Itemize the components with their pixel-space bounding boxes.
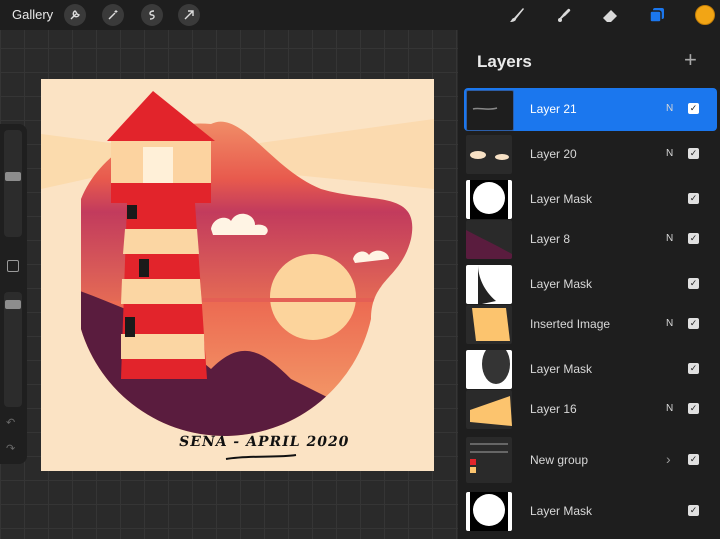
layer-name: Inserted Image [530, 317, 611, 331]
layer-row[interactable]: Layer 21 N ✓ [464, 88, 717, 131]
check-icon: ✓ [689, 103, 698, 113]
layer-name: Layer Mask [530, 504, 593, 518]
visibility-checkbox[interactable]: ✓ [688, 148, 699, 159]
check-icon: ✓ [689, 505, 698, 515]
layer-thumbnail [466, 265, 512, 304]
layer-thumbnail [466, 90, 514, 131]
visibility-checkbox[interactable]: ✓ [688, 278, 699, 289]
layer-row[interactable]: Layer 16 N ✓ [464, 388, 717, 431]
layer-row[interactable]: Layer Mask ✓ [464, 263, 717, 306]
left-sidebar: ↶ ↷ [0, 124, 27, 464]
check-icon: ✓ [689, 454, 698, 464]
blend-mode[interactable]: N [666, 318, 673, 329]
redo-icon[interactable]: ↷ [6, 442, 15, 455]
layer-name: Layer 8 [530, 232, 571, 246]
layer-thumbnail [466, 492, 512, 531]
layer-thumbnail [466, 135, 512, 174]
group-thumbnail [466, 437, 512, 483]
layer-name: New group [530, 453, 589, 467]
check-icon: ✓ [689, 278, 698, 288]
layer-thumbnail [466, 390, 512, 429]
visibility-checkbox[interactable]: ✓ [688, 403, 699, 414]
blend-mode[interactable]: N [666, 103, 673, 114]
visibility-checkbox[interactable]: ✓ [688, 103, 699, 114]
check-icon: ✓ [689, 403, 698, 413]
visibility-checkbox[interactable]: ✓ [688, 454, 699, 465]
layer-row[interactable]: Layer 20 N ✓ [464, 133, 717, 176]
layers-panel: Layers + Layer 21 N ✓ Layer 20 N ✓ Layer… [458, 30, 720, 539]
modify-button[interactable] [7, 260, 19, 272]
blend-mode[interactable]: N [666, 403, 673, 414]
chevron-right-icon[interactable]: › [666, 451, 671, 467]
transform-arrow-icon[interactable] [178, 4, 200, 26]
blend-mode[interactable]: N [666, 233, 673, 244]
top-toolbar: Gallery [0, 0, 720, 30]
layer-name: Layer 16 [530, 402, 577, 416]
layer-thumbnail [466, 305, 512, 344]
color-picker-button[interactable] [695, 5, 715, 25]
brush-size-slider[interactable] [4, 130, 22, 237]
visibility-checkbox[interactable]: ✓ [688, 233, 699, 244]
eraser-icon[interactable] [598, 4, 622, 26]
layers-icon[interactable] [645, 4, 669, 26]
blend-mode[interactable]: N [666, 148, 673, 159]
visibility-checkbox[interactable]: ✓ [688, 193, 699, 204]
artwork-illustration [41, 91, 434, 460]
check-icon: ✓ [689, 193, 698, 203]
layer-row[interactable]: Layer Mask ✓ [464, 490, 717, 533]
wrench-icon[interactable] [64, 4, 86, 26]
brush-icon[interactable] [505, 4, 529, 26]
undo-icon[interactable]: ↶ [6, 416, 15, 429]
visibility-checkbox[interactable]: ✓ [688, 505, 699, 516]
check-icon: ✓ [689, 148, 698, 158]
artwork-canvas[interactable]: SENA - APRIL 2020 [41, 79, 434, 471]
layer-thumbnail [466, 220, 512, 259]
layer-row[interactable]: Layer Mask ✓ [464, 178, 717, 221]
layer-name: Layer Mask [530, 277, 593, 291]
visibility-checkbox[interactable]: ✓ [688, 363, 699, 374]
check-icon: ✓ [689, 233, 698, 243]
add-layer-button[interactable]: + [684, 49, 697, 71]
layer-thumbnail [466, 180, 512, 219]
magic-wand-icon[interactable] [102, 4, 124, 26]
layer-name: Layer 21 [530, 102, 577, 116]
layer-name: Layer 20 [530, 147, 577, 161]
gallery-button[interactable]: Gallery [12, 7, 53, 22]
check-icon: ✓ [689, 318, 698, 328]
layer-thumbnail [466, 350, 512, 389]
layer-group-row[interactable]: New group › ✓ [464, 435, 717, 485]
layer-row[interactable]: Layer 8 N ✓ [464, 218, 717, 261]
layer-name: Layer Mask [530, 192, 593, 206]
selection-icon[interactable] [141, 4, 163, 26]
layer-row[interactable]: Layer Mask ✓ [464, 348, 717, 391]
opacity-slider[interactable] [4, 292, 22, 407]
smudge-icon[interactable] [552, 4, 576, 26]
artist-signature: SENA - APRIL 2020 [177, 434, 351, 450]
visibility-checkbox[interactable]: ✓ [688, 318, 699, 329]
check-icon: ✓ [689, 363, 698, 373]
layer-name: Layer Mask [530, 362, 593, 376]
layers-title: Layers [477, 52, 532, 71]
layer-row[interactable]: Inserted Image N ✓ [464, 303, 717, 346]
opacity-thumb[interactable] [5, 300, 21, 309]
brush-size-thumb[interactable] [5, 172, 21, 181]
